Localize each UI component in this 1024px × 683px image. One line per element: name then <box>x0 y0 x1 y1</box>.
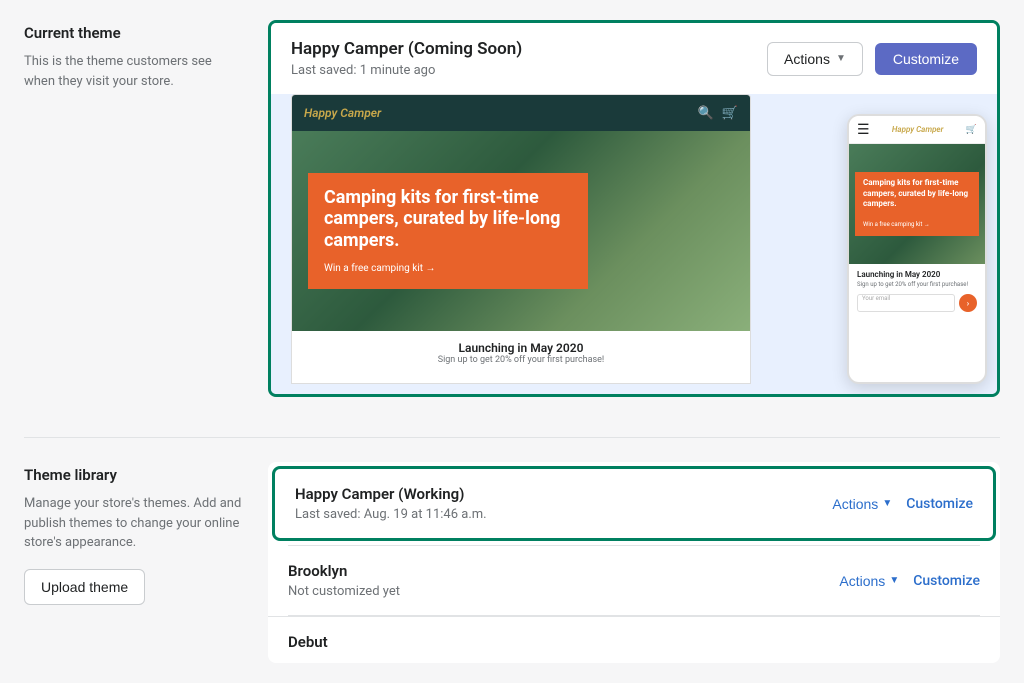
theme-title-block: Happy Camper (Coming Soon) Last saved: 1… <box>291 39 522 78</box>
library-actions-button-1[interactable]: Actions ▼ <box>839 573 899 589</box>
section-divider <box>24 437 1000 438</box>
theme-name: Happy Camper (Coming Soon) <box>291 39 522 59</box>
preview-hero: Camping kits for first-time campers, cur… <box>292 131 750 331</box>
footer-title: Launching in May 2020 <box>302 341 740 355</box>
mobile-banner: Camping kits for first-time campers, cur… <box>855 172 979 235</box>
library-item-name-1: Brooklyn <box>288 562 400 580</box>
current-theme-title: Current theme <box>24 24 244 42</box>
current-theme-section: Current theme This is the theme customer… <box>24 20 1000 397</box>
mobile-hero-link: Win a free camping kit → <box>863 221 930 228</box>
library-actions-chevron-1: ▼ <box>889 575 899 586</box>
library-item-name-2: Debut <box>288 633 980 651</box>
library-item-inner-1: Brooklyn Not customized yet Actions ▼ Cu… <box>288 562 980 599</box>
library-item-debut: Debut <box>268 616 1000 663</box>
mobile-footer: Launching in May 2020 Sign up to get 20%… <box>849 264 985 318</box>
hero-headline: Camping kits for first-time campers, cur… <box>324 187 572 252</box>
theme-preview: Happy Camper 🔍 🛒 Camping kits for first-… <box>271 94 997 394</box>
navbar-logo: Happy Camper <box>304 106 381 120</box>
library-item-brooklyn: Brooklyn Not customized yet Actions ▼ Cu… <box>268 546 1000 615</box>
library-actions-button-0[interactable]: Actions ▼ <box>832 496 892 512</box>
footer-sub: Sign up to get 20% off your first purcha… <box>302 355 740 365</box>
mobile-email-row: Your email › <box>857 294 977 312</box>
mobile-cart-icon: 🛒 <box>966 125 977 135</box>
library-item-actions-0: Actions ▼ Customize <box>832 496 973 512</box>
library-item-inner-0: Happy Camper (Working) Last saved: Aug. … <box>295 485 973 522</box>
actions-label: Actions <box>784 51 830 67</box>
library-customize-link-0[interactable]: Customize <box>906 496 973 512</box>
theme-library-sidebar: Theme library Manage your store's themes… <box>24 462 244 663</box>
hero-link: Win a free camping kit <box>324 263 435 274</box>
customize-button[interactable]: Customize <box>875 43 977 75</box>
library-item-subtitle-0: Last saved: Aug. 19 at 11:46 a.m. <box>295 507 487 522</box>
upload-theme-label: Upload theme <box>41 579 128 595</box>
library-actions-label-0: Actions <box>832 496 878 512</box>
library-customize-link-1[interactable]: Customize <box>913 573 980 589</box>
mobile-hero-headline: Camping kits for first-time campers, cur… <box>863 178 971 209</box>
library-description: Manage your store's themes. Add and publ… <box>24 494 244 553</box>
upload-theme-button[interactable]: Upload theme <box>24 569 145 605</box>
library-item-info-1: Brooklyn Not customized yet <box>288 562 400 599</box>
theme-last-saved: Last saved: 1 minute ago <box>291 63 522 78</box>
mobile-navbar: ☰ Happy Camper 🛒 <box>849 116 985 144</box>
library-actions-label-1: Actions <box>839 573 885 589</box>
library-item-info-0: Happy Camper (Working) Last saved: Aug. … <box>295 485 487 522</box>
current-theme-description: This is the theme customers see when the… <box>24 52 244 91</box>
actions-button[interactable]: Actions ▼ <box>767 42 863 76</box>
current-theme-card: Happy Camper (Coming Soon) Last saved: 1… <box>268 20 1000 397</box>
mobile-email-placeholder: Your email <box>857 294 955 312</box>
theme-library-list: Happy Camper (Working) Last saved: Aug. … <box>268 462 1000 663</box>
cart-icon: 🛒 <box>722 106 738 121</box>
navbar-icons: 🔍 🛒 <box>698 106 738 121</box>
library-title: Theme library <box>24 466 244 484</box>
mobile-submit-button: › <box>959 294 977 312</box>
library-item-name-0: Happy Camper (Working) <box>295 485 487 503</box>
hero-banner: Camping kits for first-time campers, cur… <box>308 173 588 290</box>
chevron-down-icon: ▼ <box>836 53 846 64</box>
theme-actions: Actions ▼ Customize <box>767 42 977 76</box>
theme-header: Happy Camper (Coming Soon) Last saved: 1… <box>271 23 997 94</box>
search-icon: 🔍 <box>698 106 714 121</box>
preview-navbar: Happy Camper 🔍 🛒 <box>292 95 750 131</box>
mobile-footer-title: Launching in May 2020 <box>857 270 977 279</box>
theme-library-section: Theme library Manage your store's themes… <box>24 462 1000 663</box>
preview-footer: Launching in May 2020 Sign up to get 20%… <box>292 331 750 375</box>
desktop-preview: Happy Camper 🔍 🛒 Camping kits for first-… <box>291 94 751 384</box>
page-container: Current theme This is the theme customer… <box>0 0 1024 683</box>
mobile-footer-sub: Sign up to get 20% off your first purcha… <box>857 281 977 288</box>
library-actions-chevron-0: ▼ <box>882 498 892 509</box>
library-item-happy-camper-working: Happy Camper (Working) Last saved: Aug. … <box>272 466 996 541</box>
library-item-actions-1: Actions ▼ Customize <box>839 573 980 589</box>
library-item-subtitle-1: Not customized yet <box>288 584 400 599</box>
mobile-logo: Happy Camper <box>892 125 943 134</box>
mobile-hero: Camping kits for first-time campers, cur… <box>849 144 985 264</box>
mobile-preview: ☰ Happy Camper 🛒 Camping kits for first-… <box>847 114 987 384</box>
mobile-menu-icon: ☰ <box>857 122 870 138</box>
current-theme-sidebar: Current theme This is the theme customer… <box>24 20 244 397</box>
